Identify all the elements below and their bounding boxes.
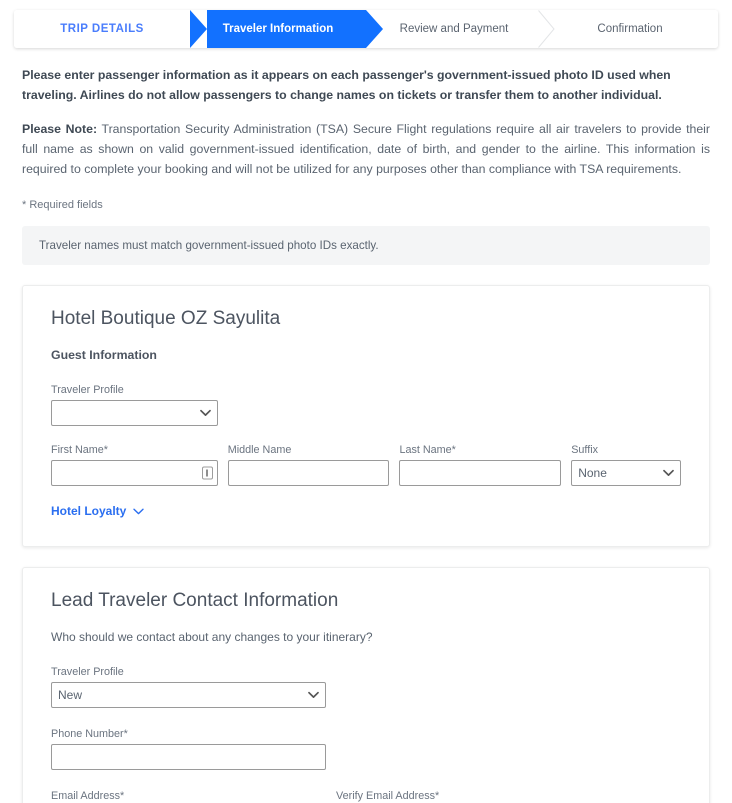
note-body: Transportation Security Administration (… (22, 121, 711, 176)
traveler-information-page: TRIP DETAILS Traveler Information Review… (0, 0, 732, 803)
suffix-select-wrapper: None (571, 459, 681, 486)
last-name-input[interactable] (399, 459, 562, 486)
guest-traveler-profile-field: Traveler Profile (51, 384, 218, 426)
required-fields-hint: * Required fields (22, 198, 103, 211)
middle-name-field: Middle Name (227, 443, 390, 486)
middle-name-input[interactable] (227, 459, 390, 486)
first-name-label: First Name* (51, 443, 108, 456)
email-address-label: Email Address* (51, 789, 125, 802)
verify-email-address-label: Verify Email Address* (336, 789, 440, 802)
email-fields-row: Email Address* Verify Email Address* (51, 790, 681, 803)
step-trip-details-label: TRIP DETAILS (60, 23, 144, 35)
step-confirmation[interactable]: Confirmation (542, 10, 718, 48)
first-name-input-wrapper (51, 459, 218, 486)
phone-number-field: Phone Number* (51, 728, 326, 770)
phone-number-input[interactable] (51, 743, 326, 770)
step-review-and-payment-label: Review and Payment (399, 23, 509, 35)
step-review-and-payment[interactable]: Review and Payment (366, 10, 542, 48)
suffix-select[interactable]: None (571, 459, 681, 486)
progress-steps: TRIP DETAILS Traveler Information Review… (14, 10, 718, 48)
intro-paragraph-primary: Please enter passenger information as it… (22, 68, 671, 102)
guest-information-subtitle: Guest Information (51, 347, 157, 362)
contact-traveler-profile-select[interactable]: New (51, 681, 326, 708)
guest-traveler-profile-select[interactable] (51, 399, 218, 426)
hotel-name-title: Hotel Boutique OZ Sayulita (51, 307, 281, 329)
chevron-down-icon (133, 504, 145, 518)
hotel-loyalty-toggle[interactable]: Hotel Loyalty (51, 503, 145, 518)
middle-name-label: Middle Name (227, 443, 292, 456)
first-name-field: First Name* (51, 444, 218, 486)
hotel-loyalty-label: Hotel Loyalty (51, 503, 127, 518)
lead-traveler-contact-card: Lead Traveler Contact Information Who sh… (22, 566, 710, 803)
contact-traveler-profile-select-wrapper: New (51, 681, 326, 708)
progress-steps-container: TRIP DETAILS Traveler Information Review… (0, 0, 732, 48)
step-confirmation-label: Confirmation (597, 23, 663, 35)
name-match-notice: Traveler names must match government-iss… (22, 225, 710, 265)
note-label: Please Note: (22, 121, 98, 136)
contact-traveler-profile-field: Traveler Profile New (51, 666, 326, 708)
guest-traveler-profile-label: Traveler Profile (51, 383, 124, 396)
lead-traveler-contact-subtitle: Who should we contact about any changes … (51, 629, 373, 644)
first-name-input[interactable] (51, 459, 218, 486)
suffix-field: Suffix None (571, 444, 681, 486)
name-fields-row: First Name* Middle Name Last Name* Suffi… (51, 444, 681, 486)
last-name-label: Last Name* (399, 443, 456, 456)
contact-traveler-profile-label: Traveler Profile (51, 665, 124, 678)
last-name-field: Last Name* (399, 443, 562, 486)
step-traveler-information[interactable]: Traveler Information (190, 10, 383, 48)
step-trip-details[interactable]: TRIP DETAILS (14, 10, 190, 48)
password-manager-icon[interactable] (201, 466, 213, 480)
phone-number-label: Phone Number* (51, 727, 128, 740)
guest-information-card: Hotel Boutique OZ Sayulita Guest Informa… (22, 284, 710, 547)
email-address-field: Email Address* (51, 790, 326, 803)
suffix-label: Suffix (571, 443, 598, 456)
intro-paragraph-note: Please Note: Transportation Security Adm… (22, 120, 710, 180)
step-traveler-information-label: Traveler Information (222, 23, 334, 35)
guest-traveler-profile-select-wrapper (51, 399, 218, 426)
intro-text-block: Please enter passenger information as it… (0, 48, 732, 211)
verify-email-address-field: Verify Email Address* (336, 790, 611, 803)
lead-traveler-contact-title: Lead Traveler Contact Information (51, 589, 339, 611)
